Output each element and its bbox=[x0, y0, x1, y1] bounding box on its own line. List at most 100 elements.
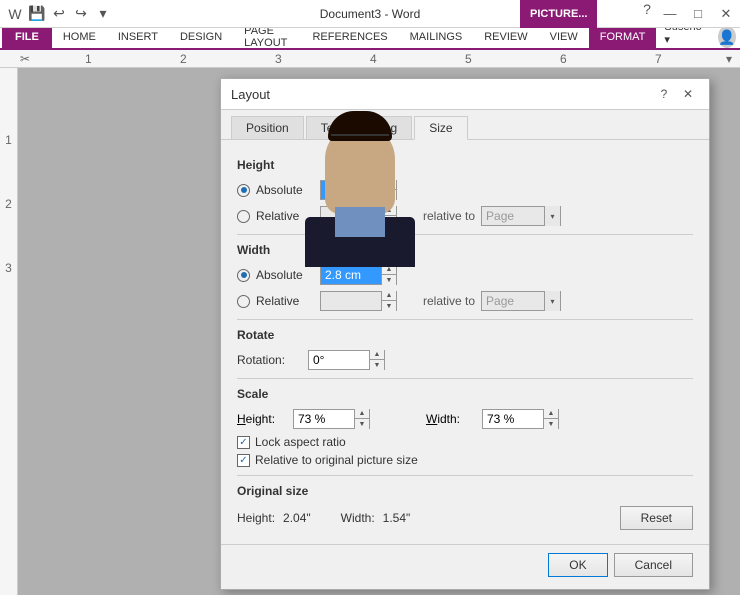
document-title: Document3 - Word bbox=[320, 7, 420, 21]
height-relative-to-label: relative to bbox=[423, 209, 475, 223]
lock-aspect-checkbox[interactable] bbox=[237, 436, 250, 449]
rotation-label: Rotation: bbox=[237, 353, 302, 367]
width-absolute-spinners: ▲ ▼ bbox=[381, 265, 396, 285]
tab-position[interactable]: Position bbox=[231, 116, 304, 139]
height-relative-to-value: Page bbox=[482, 209, 544, 223]
avatar: 👤 bbox=[718, 26, 736, 48]
width-absolute-field[interactable] bbox=[321, 266, 381, 284]
dialog-tabs: Position Text Wrapping Size bbox=[221, 110, 709, 140]
scale-width-field[interactable] bbox=[483, 410, 543, 428]
help-icon[interactable]: ? bbox=[638, 0, 656, 18]
original-width-label: Width: bbox=[341, 511, 375, 525]
save-icon[interactable]: 💾 bbox=[28, 5, 46, 23]
dialog-close-button[interactable]: ✕ bbox=[677, 85, 699, 103]
window-controls: ? — □ ✕ bbox=[638, 0, 740, 28]
tab-size[interactable]: Size bbox=[414, 116, 467, 140]
width-relative-up[interactable]: ▲ bbox=[382, 291, 396, 301]
tab-references[interactable]: REFERENCES bbox=[301, 26, 398, 48]
app-icon: W bbox=[6, 5, 24, 23]
width-absolute-input[interactable]: ▲ ▼ bbox=[320, 265, 397, 285]
divider-2 bbox=[237, 319, 693, 320]
rotation-down[interactable]: ▼ bbox=[370, 360, 384, 370]
height-section-label: Height bbox=[237, 158, 693, 172]
width-absolute-row: Absolute ▲ ▼ bbox=[237, 265, 693, 285]
original-size-row: Height: 2.04" Width: 1.54" Reset bbox=[237, 506, 693, 530]
height-dropdown-arrow: ▾ bbox=[544, 206, 560, 226]
relative-original-checkbox[interactable] bbox=[237, 454, 250, 467]
height-relative-to-dropdown[interactable]: Page ▾ bbox=[481, 206, 561, 226]
tab-page-layout[interactable]: PAGE LAYOUT bbox=[233, 26, 301, 48]
width-relative-to-dropdown[interactable]: Page ▾ bbox=[481, 291, 561, 311]
scale-height-down[interactable]: ▼ bbox=[355, 419, 369, 429]
height-absolute-row: Absolute ▲ ▼ bbox=[237, 180, 693, 200]
dropdown-arrow-icon[interactable]: ▾ bbox=[94, 5, 112, 23]
dialog-title-bar: Layout ? ✕ bbox=[221, 79, 709, 110]
relative-original-row: Relative to original picture size bbox=[237, 453, 693, 467]
original-size-section-label: Original size bbox=[237, 484, 693, 498]
document-area: 1 2 3 bbox=[0, 68, 740, 595]
original-height-pair: Height: 2.04" bbox=[237, 511, 311, 525]
width-relative-to-label: relative to bbox=[423, 294, 475, 308]
reset-button[interactable]: Reset bbox=[620, 506, 693, 530]
width-relative-radio[interactable] bbox=[237, 295, 250, 308]
ribbon-tabs: FILE HOME INSERT DESIGN PAGE LAYOUT REFE… bbox=[0, 28, 740, 50]
scale-width-spinners: ▲ ▼ bbox=[543, 409, 558, 429]
width-relative-input[interactable]: ▲ ▼ bbox=[320, 291, 397, 311]
cancel-button[interactable]: Cancel bbox=[614, 553, 693, 577]
scale-section-label: Scale bbox=[237, 387, 693, 401]
ok-button[interactable]: OK bbox=[548, 553, 607, 577]
dialog-help-button[interactable]: ? bbox=[653, 85, 675, 103]
width-relative-row: Relative ▲ ▼ relative to Page ▾ bbox=[237, 291, 693, 311]
width-relative-field[interactable] bbox=[321, 292, 381, 310]
divider-3 bbox=[237, 378, 693, 379]
layout-dialog: Layout ? ✕ Position Text Wrapping Size H… bbox=[220, 78, 710, 590]
close-button[interactable]: ✕ bbox=[712, 0, 740, 28]
width-absolute-radio[interactable] bbox=[237, 269, 250, 282]
original-height-label: Height: bbox=[237, 511, 275, 525]
scale-width-down[interactable]: ▼ bbox=[544, 419, 558, 429]
scale-height-up[interactable]: ▲ bbox=[355, 409, 369, 419]
rotation-up[interactable]: ▲ bbox=[370, 350, 384, 360]
tab-insert[interactable]: INSERT bbox=[107, 26, 169, 48]
lock-aspect-label: Lock aspect ratio bbox=[255, 435, 346, 449]
dialog-controls: ? ✕ bbox=[653, 85, 699, 103]
width-relative-label: Relative bbox=[256, 294, 314, 308]
relative-original-label: Relative to original picture size bbox=[255, 453, 418, 467]
tab-design[interactable]: DESIGN bbox=[169, 26, 233, 48]
rotation-input[interactable]: ▲ ▼ bbox=[308, 350, 385, 370]
title-bar: W 💾 ↩ ↪ ▾ Document3 - Word PICTURE... ? … bbox=[0, 0, 740, 28]
divider-4 bbox=[237, 475, 693, 476]
lock-aspect-row: Lock aspect ratio bbox=[237, 435, 693, 449]
tab-home[interactable]: HOME bbox=[52, 26, 107, 48]
scale-height-field[interactable] bbox=[294, 410, 354, 428]
width-relative-spinners: ▲ ▼ bbox=[381, 291, 396, 311]
scale-width-up[interactable]: ▲ bbox=[544, 409, 558, 419]
rotation-row: Rotation: ▲ ▼ bbox=[237, 350, 693, 370]
scale-width-input[interactable]: ▲ ▼ bbox=[482, 409, 559, 429]
maximize-button[interactable]: □ bbox=[684, 0, 712, 28]
width-absolute-down[interactable]: ▼ bbox=[382, 275, 396, 285]
scale-height-input[interactable]: ▲ ▼ bbox=[293, 409, 370, 429]
scale-height-label: Height: bbox=[237, 412, 287, 426]
scale-row: Height: ▲ ▼ Width: ▲ ▼ bbox=[237, 409, 693, 429]
height-absolute-label: Absolute bbox=[256, 183, 314, 197]
tab-review[interactable]: REVIEW bbox=[473, 26, 538, 48]
original-width-value: 1.54" bbox=[383, 511, 411, 525]
minimize-button[interactable]: — bbox=[656, 0, 684, 28]
width-relative-to-value: Page bbox=[482, 294, 544, 308]
tab-format[interactable]: FORMAT bbox=[589, 26, 657, 48]
dialog-footer: OK Cancel bbox=[221, 544, 709, 589]
scale-height-spinners: ▲ ▼ bbox=[354, 409, 369, 429]
height-relative-radio[interactable] bbox=[237, 210, 250, 223]
rotation-spinners: ▲ ▼ bbox=[369, 350, 384, 370]
height-absolute-radio[interactable] bbox=[237, 184, 250, 197]
tab-view[interactable]: VIEW bbox=[539, 26, 589, 48]
tab-file[interactable]: FILE bbox=[2, 26, 52, 48]
redo-icon[interactable]: ↪ bbox=[72, 5, 90, 23]
undo-icon[interactable]: ↩ bbox=[50, 5, 68, 23]
rotation-field[interactable] bbox=[309, 351, 369, 369]
width-absolute-label: Absolute bbox=[256, 268, 314, 282]
width-relative-down[interactable]: ▼ bbox=[382, 301, 396, 311]
tab-mailings[interactable]: MAILINGS bbox=[399, 26, 474, 48]
horizontal-ruler: ✂ 1 2 3 4 5 6 7 ▾ bbox=[0, 50, 740, 68]
